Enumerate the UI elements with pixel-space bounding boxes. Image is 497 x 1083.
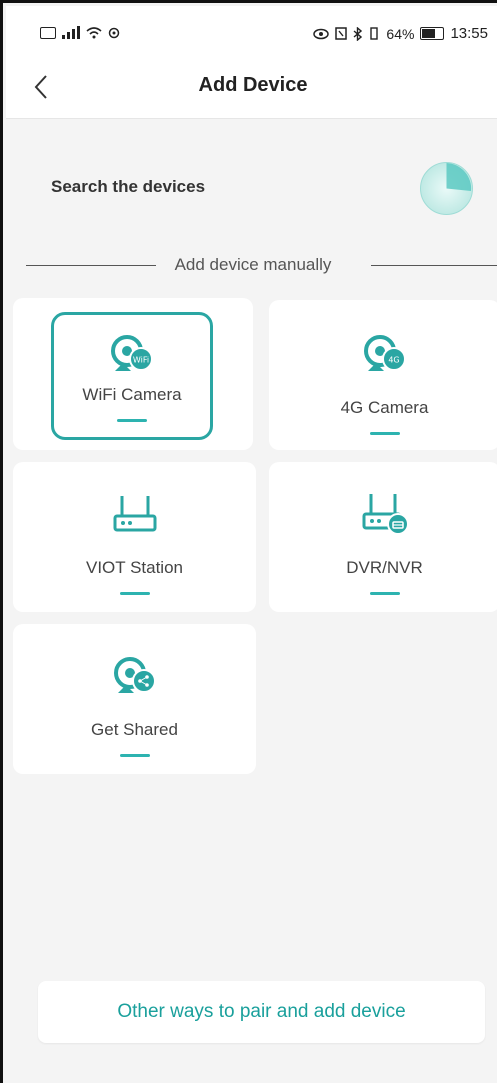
device-underline [119, 592, 150, 595]
dvr-nvr-icon [362, 494, 409, 534]
station-icon [113, 496, 156, 532]
sync-icon [108, 27, 120, 38]
device-card-viot-station[interactable]: VIOT Station [13, 462, 256, 612]
signal-icon [62, 26, 80, 39]
battery-percent: 64% [386, 25, 415, 42]
device-label-viot-station: VIOT Station [85, 558, 183, 577]
device-underline [369, 432, 400, 435]
wifi-status-icon [86, 27, 102, 39]
device-label-dvr-nvr: DVR/NVR [346, 558, 423, 577]
shared-camera-icon [113, 657, 156, 693]
device-underline [117, 419, 147, 422]
search-label: Search the devices [51, 177, 206, 196]
status-time: 13:55 [450, 25, 488, 42]
eye-icon [313, 28, 330, 39]
bluetooth-icon [353, 26, 363, 41]
device-card-wifi-camera[interactable]: WiFi WiFi Camera [13, 298, 253, 450]
selected-outline: WiFi WiFi Camera [51, 312, 213, 440]
device-card-4g-camera[interactable]: 4G 4G Camera [269, 300, 497, 450]
wifi-badge-text: WiFi [133, 356, 149, 365]
status-right-icons: 64% 13:55 [313, 25, 488, 42]
device-label-4g-camera: 4G Camera [340, 398, 429, 417]
device-underline [119, 754, 150, 757]
4g-camera-icon: 4G [363, 335, 406, 371]
wifi-camera-icon: WiFi [111, 335, 153, 371]
manual-divider: Add device manually [6, 251, 497, 281]
divider-line-right [371, 265, 497, 266]
header: Add Device [6, 56, 497, 119]
device-card-dvr-nvr[interactable]: DVR/NVR [269, 462, 497, 612]
device-label-wifi-camera: WiFi Camera [82, 385, 182, 404]
hd-icon [40, 26, 56, 39]
app-frame: 64% 13:55 Add Device Search the devices [0, 0, 497, 1083]
page-title: Add Device [198, 74, 308, 96]
radar-scan-icon[interactable] [419, 161, 474, 216]
search-devices-row[interactable]: Search the devices [6, 119, 497, 239]
vibrate-icon [370, 27, 379, 40]
device-underline [369, 592, 400, 595]
device-card-get-shared[interactable]: Get Shared [13, 624, 256, 774]
status-left-icons [40, 26, 120, 39]
4g-badge-text: 4G [388, 356, 399, 365]
other-ways-button[interactable]: Other ways to pair and add device [38, 981, 485, 1043]
nfc-icon [335, 27, 348, 40]
battery-icon [420, 27, 445, 40]
device-label-get-shared: Get Shared [91, 720, 178, 739]
status-bar: 64% 13:55 [6, 6, 497, 56]
